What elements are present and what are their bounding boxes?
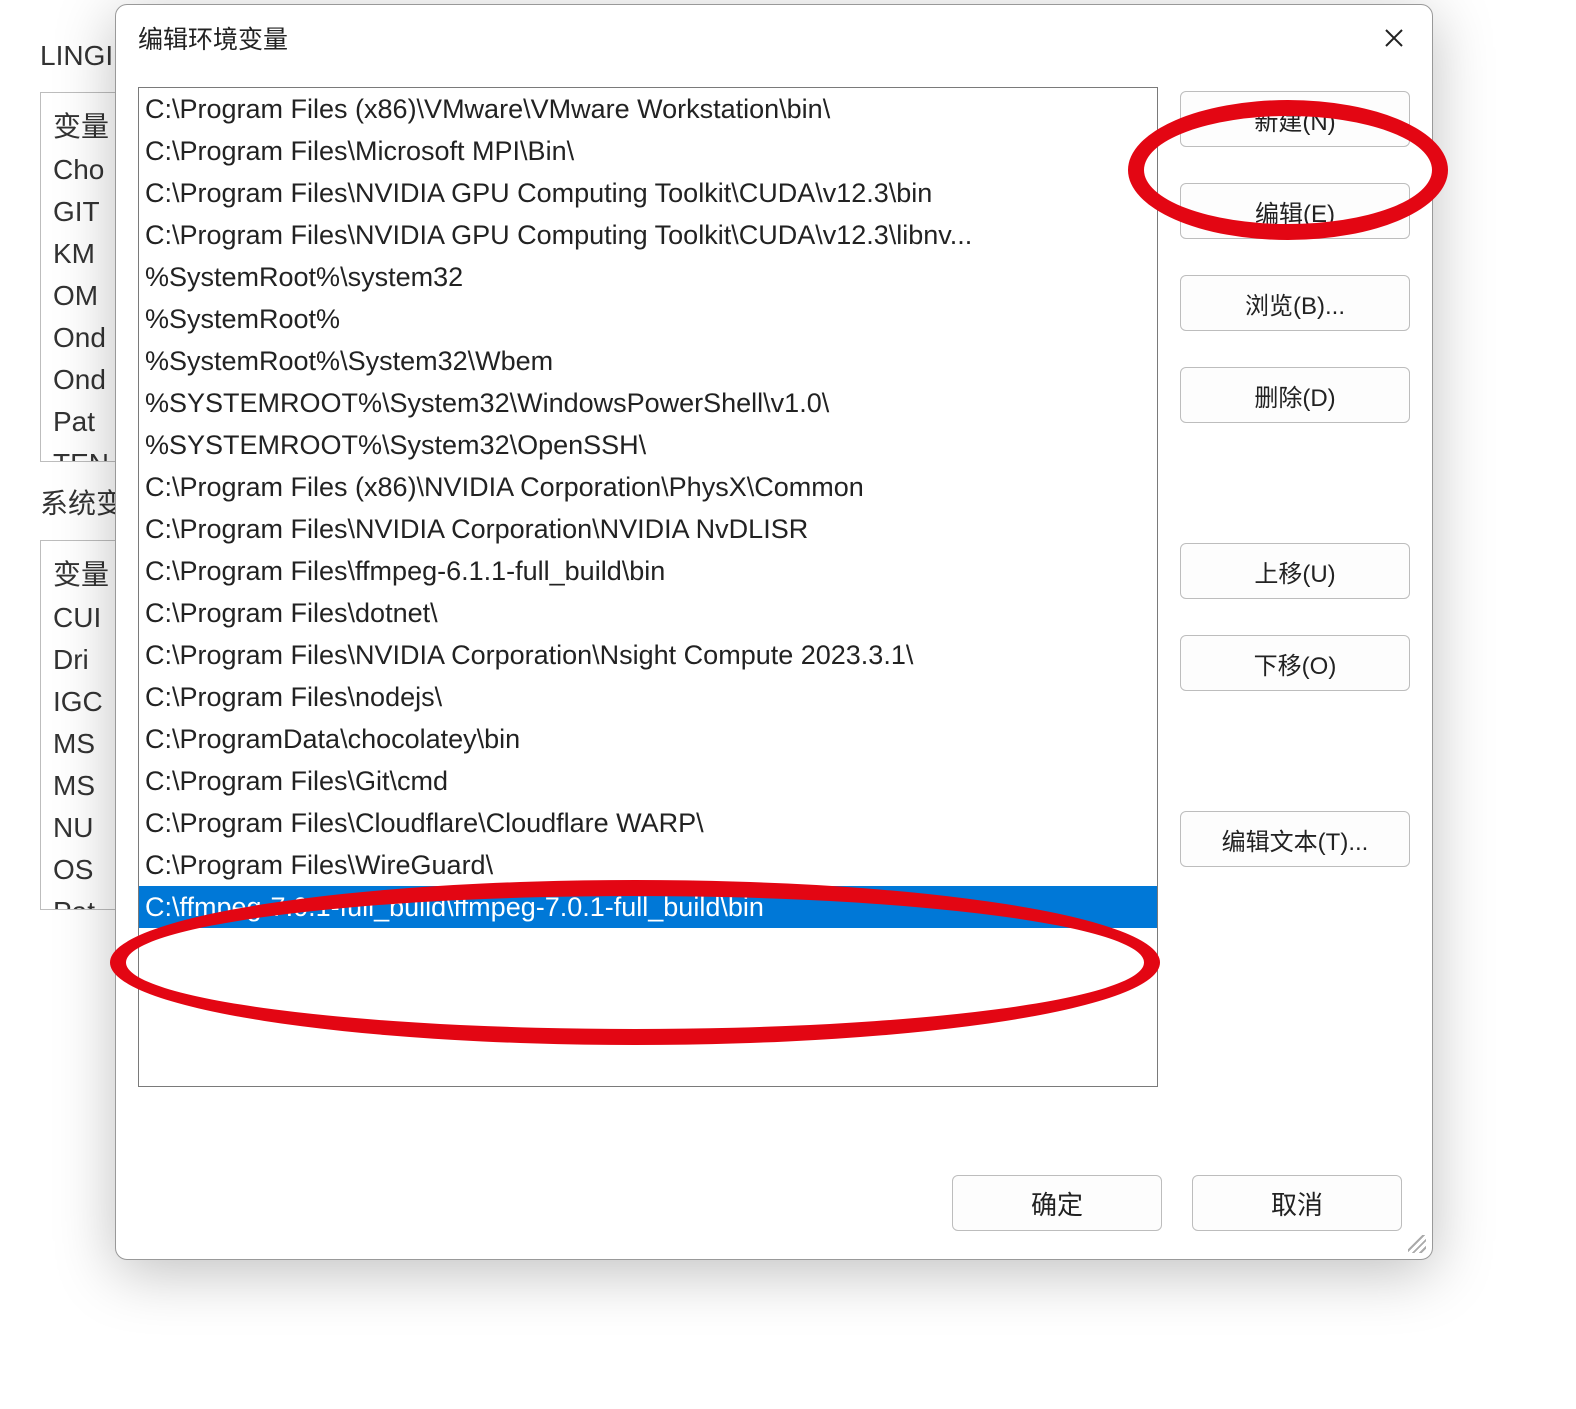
edit-text-button[interactable]: 编辑文本(T)...: [1180, 811, 1410, 867]
path-list-item[interactable]: C:\Program Files\Cloudflare\Cloudflare W…: [139, 802, 1157, 844]
path-list-item[interactable]: %SystemRoot%\System32\Wbem: [139, 340, 1157, 382]
ok-button[interactable]: 确定: [952, 1175, 1162, 1231]
path-list-item[interactable]: C:\Program Files\ffmpeg-6.1.1-full_build…: [139, 550, 1157, 592]
edit-button[interactable]: 编辑(E): [1180, 183, 1410, 239]
move-down-button[interactable]: 下移(O): [1180, 635, 1410, 691]
path-list-item[interactable]: %SystemRoot%: [139, 298, 1157, 340]
path-list-item[interactable]: C:\Program Files\nodejs\: [139, 676, 1157, 718]
new-button[interactable]: 新建(N): [1180, 91, 1410, 147]
dialog-title: 编辑环境变量: [134, 20, 288, 56]
path-list-item[interactable]: C:\ffmpeg-7.0.1-full_build\ffmpeg-7.0.1-…: [139, 886, 1157, 928]
path-list-item[interactable]: C:\Program Files\NVIDIA GPU Computing To…: [139, 172, 1157, 214]
move-up-button[interactable]: 上移(U): [1180, 543, 1410, 599]
path-list-item[interactable]: C:\Program Files\dotnet\: [139, 592, 1157, 634]
path-list-item[interactable]: C:\Program Files\Microsoft MPI\Bin\: [139, 130, 1157, 172]
path-list-item[interactable]: C:\ProgramData\chocolatey\bin: [139, 718, 1157, 760]
titlebar: 编辑环境变量: [116, 5, 1432, 71]
edit-env-var-dialog: 编辑环境变量 C:\Program Files (x86)\VMware\VMw…: [115, 4, 1433, 1260]
path-list-item[interactable]: C:\Program Files\WireGuard\: [139, 844, 1157, 886]
path-list-item[interactable]: C:\Program Files (x86)\NVIDIA Corporatio…: [139, 466, 1157, 508]
path-list-item[interactable]: %SYSTEMROOT%\System32\WindowsPowerShell\…: [139, 382, 1157, 424]
browse-button[interactable]: 浏览(B)...: [1180, 275, 1410, 331]
path-listbox[interactable]: C:\Program Files (x86)\VMware\VMware Wor…: [138, 87, 1158, 1087]
path-list-item[interactable]: C:\Program Files\NVIDIA Corporation\Nsig…: [139, 634, 1157, 676]
cancel-button[interactable]: 取消: [1192, 1175, 1402, 1231]
path-list-item[interactable]: C:\Program Files\NVIDIA Corporation\NVID…: [139, 508, 1157, 550]
resize-grip-icon[interactable]: [1408, 1235, 1426, 1253]
path-list-item[interactable]: C:\Program Files\NVIDIA GPU Computing To…: [139, 214, 1157, 256]
path-list-item[interactable]: C:\Program Files (x86)\VMware\VMware Wor…: [139, 88, 1157, 130]
path-list-item[interactable]: C:\Program Files\Git\cmd: [139, 760, 1157, 802]
path-list-item[interactable]: %SYSTEMROOT%\System32\OpenSSH\: [139, 424, 1157, 466]
close-icon[interactable]: [1374, 18, 1414, 58]
delete-button[interactable]: 删除(D): [1180, 367, 1410, 423]
path-list-item[interactable]: %SystemRoot%\system32: [139, 256, 1157, 298]
